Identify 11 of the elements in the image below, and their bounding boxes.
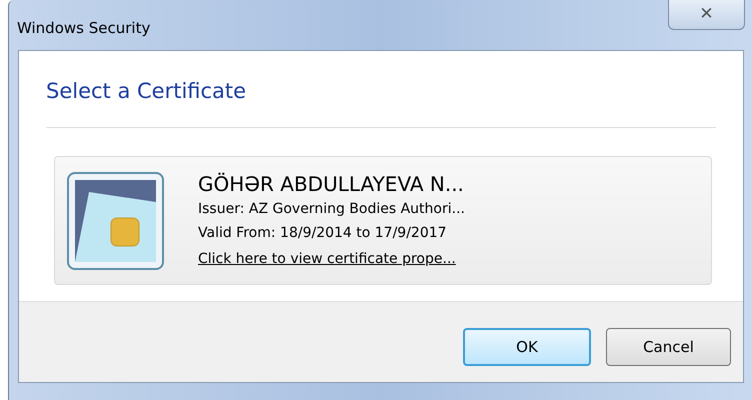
validity-text: Valid From: 18/9/2014 to 17/9/2017 <box>198 224 448 243</box>
certificate-name: GÖHƏR ABDULLAYEVA N... <box>198 171 465 197</box>
dialog-button[interactable]: OK <box>463 328 591 366</box>
dialog-heading: Select a Certificate <box>46 78 248 105</box>
dialog-button[interactable]: Cancel <box>606 328 731 366</box>
issuer-text: Issuer: AZ Governing Bodies Authori... <box>198 200 465 219</box>
certificate-card[interactable]: GÖHƏR ABDULLAYEVA N... Issuer: AZ Governing Bodies Authori... Valid From: 18/9/2014 to 17/9/2017 Click here to view certificate prope... <box>54 156 712 285</box>
window-title: Windows Security <box>17 18 150 39</box>
smart-card-icon <box>67 172 164 270</box>
certificate-properties-link[interactable]: Click here to view certificate prope... <box>198 248 465 270</box>
close-button[interactable]: ✕ <box>668 0 745 30</box>
